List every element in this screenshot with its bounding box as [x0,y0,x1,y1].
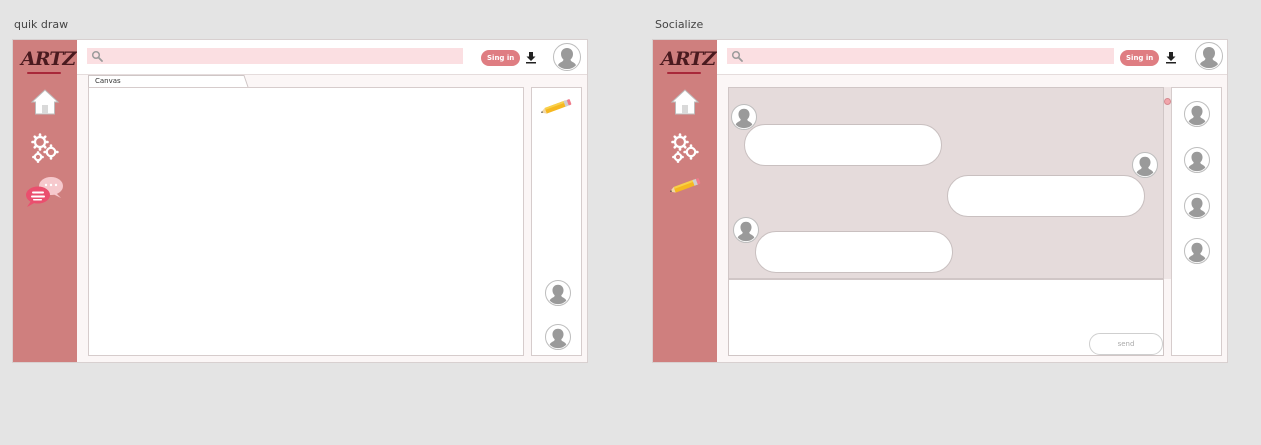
contact-avatar[interactable] [1184,193,1210,219]
participant-avatar[interactable] [545,280,571,306]
search-input[interactable] [727,48,1114,64]
download-icon[interactable] [525,51,537,64]
contact-avatar[interactable] [1184,147,1210,173]
home-icon[interactable] [29,86,61,118]
frame-title-socialize: Socialize [655,18,704,31]
message-bubble [947,175,1145,217]
contact-avatar[interactable] [1184,238,1210,264]
message-bubble [755,231,953,273]
user-avatar[interactable] [553,43,581,71]
top-bar: Sing in [717,40,1227,75]
home-icon[interactable] [669,86,701,118]
pencil-icon[interactable] [539,98,573,116]
avatar-icon [732,105,756,129]
message-compose-box[interactable]: send [728,279,1164,356]
avatar-icon [1185,102,1209,126]
avatar-icon [1185,194,1209,218]
message-avatar [1132,152,1158,178]
message-avatar [733,217,759,243]
send-button[interactable]: send [1089,333,1163,355]
tools-panel [531,87,582,356]
gears-icon[interactable] [29,132,61,164]
participant-avatar[interactable] [545,324,571,350]
download-icon[interactable] [1165,51,1177,64]
avatar-icon [1196,43,1222,69]
chat-icon[interactable] [25,174,65,208]
avatar-icon [546,325,570,349]
avatar-icon [554,44,580,70]
chat-scrollbar[interactable] [1163,87,1171,279]
avatar-icon [1185,239,1209,263]
artzy-logo[interactable]: ARTZY [21,46,89,76]
quik-draw-frame: ARTZY Sing in Canvas [12,39,588,363]
scroll-thumb[interactable] [1164,98,1171,105]
sidebar: ARTZY [653,40,729,362]
sign-in-button[interactable]: Sing in [481,50,521,66]
avatar-icon [546,281,570,305]
chat-messages[interactable] [728,87,1165,279]
sign-in-button[interactable]: Sing in [1120,50,1160,66]
socialize-frame: ARTZY Sing in send [652,39,1228,363]
canvas-tab-label: Canvas [95,77,121,85]
avatar-icon [1133,153,1157,177]
contacts-panel [1171,87,1222,356]
gears-icon[interactable] [669,132,701,164]
drawing-canvas[interactable] [88,87,524,356]
avatar-icon [734,218,758,242]
pencil-icon[interactable] [668,177,702,195]
frame-title-quik-draw: quik draw [14,18,69,31]
search-input[interactable] [87,48,463,64]
top-bar: Sing in [77,40,587,75]
contact-avatar[interactable] [1184,101,1210,127]
search-icon [91,50,103,62]
avatar-icon [1185,148,1209,172]
sidebar: ARTZY [13,40,89,362]
message-bubble [744,124,942,166]
artzy-logo[interactable]: ARTZY [661,46,729,76]
search-icon [731,50,743,62]
user-avatar[interactable] [1195,42,1223,70]
